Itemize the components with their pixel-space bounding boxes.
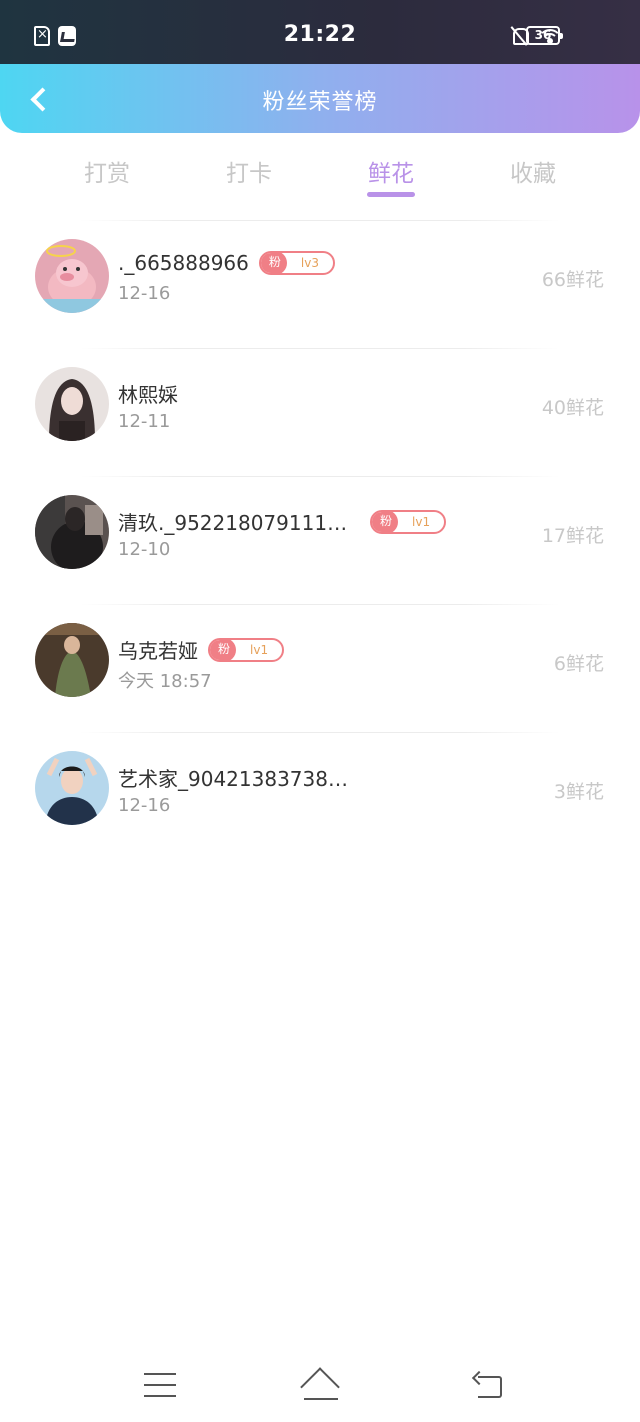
name-line: 林熙婇 [118, 379, 178, 408]
date: 12-16 [118, 283, 171, 304]
page-title: 粉丝荣誉榜 [262, 90, 378, 115]
tab-favorites[interactable]: 收藏 [462, 150, 604, 210]
back-icon[interactable] [472, 1372, 504, 1398]
list-item[interactable]: ._665888966 粉 lv3 12-16 66鲜花 [0, 221, 640, 348]
tab-bar: 打赏 打卡 鲜花 收藏 [36, 150, 604, 210]
avatar[interactable] [35, 239, 109, 313]
user-name: 清玖._9522180791114… [118, 511, 354, 535]
fan-badge-label: 粉 [210, 639, 237, 660]
home-icon[interactable] [300, 1370, 342, 1400]
fan-badge-level: lv1 [412, 514, 431, 529]
avatar[interactable] [35, 751, 109, 825]
fan-badge-level: lv1 [250, 642, 269, 657]
avatar[interactable] [35, 495, 109, 569]
fan-list: ._665888966 粉 lv3 12-16 66鲜花 林熙婇 12-11 4… [0, 220, 640, 860]
flower-count: 3鲜花 [553, 781, 604, 803]
flower-count: 6鲜花 [553, 653, 604, 675]
user-name: ._665888966 [118, 251, 249, 275]
user-name: 林熙婇 [118, 383, 178, 407]
name-line: 艺术家_90421383738… [118, 763, 348, 792]
flower-count: 17鲜花 [541, 525, 604, 547]
fan-level-badge: 粉 lv1 [370, 509, 447, 534]
date: 今天 18:57 [118, 671, 212, 692]
app-header: 粉丝荣誉榜 [0, 64, 640, 133]
list-item[interactable]: 艺术家_90421383738… 12-16 3鲜花 [0, 733, 640, 860]
tab-flowers[interactable]: 鲜花 [320, 150, 462, 210]
system-nav-bar [0, 1350, 640, 1422]
battery-icon: 36 [526, 26, 563, 45]
name-line: ._665888966 粉 lv3 [118, 251, 335, 275]
fan-badge-label: 粉 [260, 253, 287, 273]
name-line: 乌克若娅 粉 lv1 [118, 635, 285, 664]
flower-count: 66鲜花 [541, 269, 604, 291]
fan-badge-level: lv3 [300, 256, 319, 270]
list-item[interactable]: 清玖._9522180791114… 粉 lv1 12-10 17鲜花 [0, 477, 640, 604]
user-name: 艺术家_90421383738… [118, 767, 348, 791]
tab-checkin[interactable]: 打卡 [178, 150, 320, 210]
fan-badge-label: 粉 [372, 511, 399, 532]
user-name: 乌克若娅 [118, 639, 198, 663]
date: 12-16 [118, 795, 171, 816]
avatar[interactable] [35, 623, 109, 697]
status-bar: 21:22 36 [0, 0, 640, 70]
list-item[interactable]: 乌克若娅 粉 lv1 今天 18:57 6鲜花 [0, 605, 640, 732]
menu-icon[interactable] [144, 1373, 176, 1397]
list-item[interactable]: 林熙婇 12-11 40鲜花 [0, 349, 640, 476]
fan-level-badge: 粉 lv3 [258, 251, 335, 275]
fan-level-badge: 粉 lv1 [208, 637, 285, 662]
date: 12-10 [118, 539, 171, 560]
tab-reward[interactable]: 打赏 [36, 150, 178, 210]
flower-count: 40鲜花 [541, 397, 604, 419]
avatar[interactable] [35, 367, 109, 441]
name-line: 清玖._9522180791114… 粉 lv1 [118, 507, 447, 536]
date: 12-11 [118, 411, 171, 432]
